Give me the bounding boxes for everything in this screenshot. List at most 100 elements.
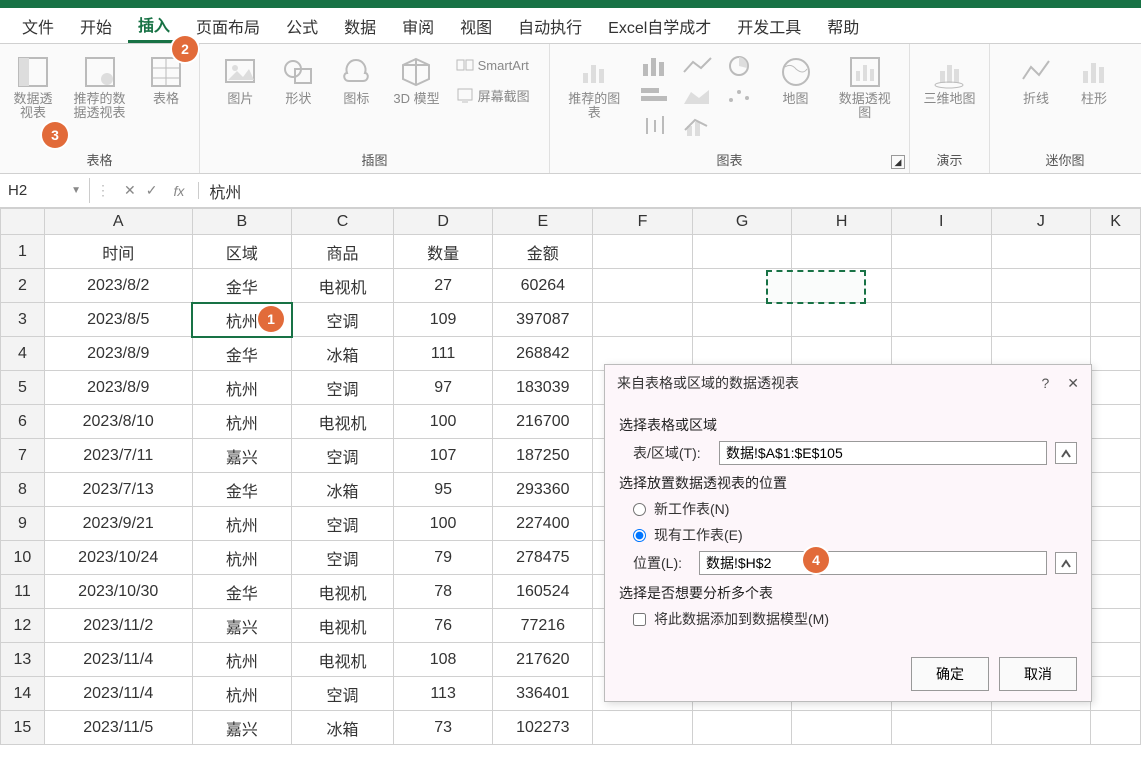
pivot-chart-button[interactable]: 数据透视图: [829, 50, 902, 148]
cell[interactable]: 79: [393, 541, 493, 575]
cell[interactable]: [1091, 303, 1141, 337]
cell[interactable]: 2023/10/24: [44, 541, 192, 575]
cell[interactable]: 空调: [292, 677, 394, 711]
cell[interactable]: 111: [393, 337, 493, 371]
col-header-B[interactable]: B: [192, 209, 292, 235]
cell[interactable]: 2023/8/5: [44, 303, 192, 337]
smartart-button[interactable]: SmartArt: [452, 54, 534, 76]
cell[interactable]: 冰箱: [292, 473, 394, 507]
table-button[interactable]: 表格: [141, 50, 191, 148]
cell[interactable]: 2023/7/11: [44, 439, 192, 473]
cell[interactable]: 216700: [493, 405, 593, 439]
recommended-charts-button[interactable]: 推荐的图表: [558, 50, 631, 148]
cell[interactable]: 2023/8/2: [44, 269, 192, 303]
cell[interactable]: 冰箱: [292, 337, 394, 371]
menu-home[interactable]: 开始: [70, 10, 122, 42]
chart-type-stock[interactable]: [639, 114, 679, 142]
name-box[interactable]: H2 ▼: [0, 178, 90, 203]
cell[interactable]: 杭州: [192, 677, 292, 711]
cell[interactable]: 杭州: [192, 371, 292, 405]
cell[interactable]: [692, 303, 792, 337]
cell[interactable]: [593, 303, 693, 337]
cell[interactable]: 107: [393, 439, 493, 473]
cell[interactable]: 空调: [292, 303, 394, 337]
cell[interactable]: 金华: [192, 473, 292, 507]
col-header-J[interactable]: J: [991, 209, 1091, 235]
recommended-pivot-button[interactable]: 推荐的数据透视表: [66, 50, 133, 148]
fx-icon[interactable]: fx: [167, 183, 190, 199]
row-header[interactable]: 14: [1, 677, 45, 711]
picture-button[interactable]: 图片: [215, 50, 265, 148]
cell[interactable]: [692, 235, 792, 269]
col-header-D[interactable]: D: [393, 209, 493, 235]
cell[interactable]: 电视机: [292, 405, 394, 439]
cell[interactable]: 杭州: [192, 541, 292, 575]
menu-automate[interactable]: 自动执行: [508, 10, 592, 42]
cell[interactable]: 杭州: [192, 643, 292, 677]
cell[interactable]: 冰箱: [292, 711, 394, 745]
collapse-range-button[interactable]: [1055, 442, 1077, 464]
cell[interactable]: 108: [393, 643, 493, 677]
cell[interactable]: 27: [393, 269, 493, 303]
row-header[interactable]: 9: [1, 507, 45, 541]
cell[interactable]: [1091, 541, 1141, 575]
existing-sheet-radio[interactable]: [633, 529, 646, 542]
icons-button[interactable]: 图标: [331, 50, 381, 148]
collapse-location-button[interactable]: [1055, 552, 1077, 574]
dialog-close-button[interactable]: ✕: [1067, 375, 1079, 392]
cell[interactable]: 77216: [493, 609, 593, 643]
cell[interactable]: 商品: [292, 235, 394, 269]
cell[interactable]: 160524: [493, 575, 593, 609]
cell[interactable]: 60264: [493, 269, 593, 303]
map-chart-button[interactable]: 地图: [771, 50, 821, 148]
cell[interactable]: [1091, 439, 1141, 473]
menu-pagelayout[interactable]: 页面布局: [186, 10, 270, 42]
cell[interactable]: [991, 235, 1091, 269]
row-header[interactable]: 2: [1, 269, 45, 303]
cell[interactable]: 时间: [44, 235, 192, 269]
cell[interactable]: [1091, 473, 1141, 507]
cell[interactable]: 78: [393, 575, 493, 609]
new-sheet-radio[interactable]: [633, 503, 646, 516]
chart-type-scatter[interactable]: [723, 84, 763, 112]
row-header[interactable]: 8: [1, 473, 45, 507]
cell[interactable]: 109: [393, 303, 493, 337]
cell[interactable]: 金额: [493, 235, 593, 269]
col-header-I[interactable]: I: [891, 209, 991, 235]
cell[interactable]: [1091, 507, 1141, 541]
cell[interactable]: 102273: [493, 711, 593, 745]
cell[interactable]: 73: [393, 711, 493, 745]
chart-type-area[interactable]: [681, 84, 721, 112]
col-header-G[interactable]: G: [692, 209, 792, 235]
row-header[interactable]: 10: [1, 541, 45, 575]
cell[interactable]: [1091, 337, 1141, 371]
cell[interactable]: [593, 269, 693, 303]
cancel-button[interactable]: 取消: [999, 657, 1077, 691]
cell[interactable]: [1091, 269, 1141, 303]
cell[interactable]: 区域: [192, 235, 292, 269]
col-header-H[interactable]: H: [792, 209, 892, 235]
table-range-input[interactable]: [719, 441, 1047, 465]
cell[interactable]: 76: [393, 609, 493, 643]
cell[interactable]: [1091, 643, 1141, 677]
cell[interactable]: [692, 711, 792, 745]
cell[interactable]: 278475: [493, 541, 593, 575]
cell[interactable]: [792, 269, 892, 303]
cell[interactable]: 100: [393, 405, 493, 439]
cell[interactable]: 空调: [292, 507, 394, 541]
cell[interactable]: [891, 269, 991, 303]
accept-formula-icon[interactable]: ✓: [146, 182, 158, 199]
cell[interactable]: [991, 303, 1091, 337]
cell[interactable]: [593, 711, 693, 745]
cell[interactable]: 2023/7/13: [44, 473, 192, 507]
menu-data[interactable]: 数据: [334, 10, 386, 42]
cell[interactable]: 金华: [192, 575, 292, 609]
cell[interactable]: 嘉兴: [192, 711, 292, 745]
3d-model-button[interactable]: 3D 模型: [389, 50, 443, 148]
cell[interactable]: 杭州: [192, 405, 292, 439]
cell[interactable]: [891, 235, 991, 269]
cell[interactable]: 113: [393, 677, 493, 711]
chart-type-column[interactable]: [639, 54, 679, 82]
row-header[interactable]: 1: [1, 235, 45, 269]
menu-formulas[interactable]: 公式: [276, 10, 328, 42]
